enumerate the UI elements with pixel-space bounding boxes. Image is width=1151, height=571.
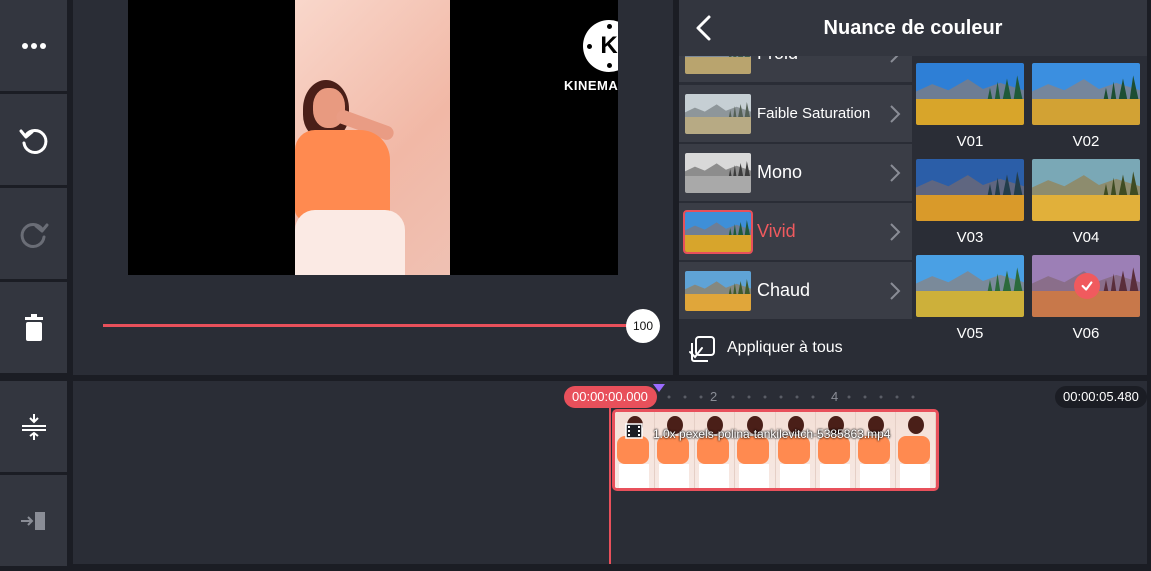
category-froid[interactable]: Froid (679, 56, 912, 82)
filter-preset-grid: V01 V02 V03 V04 V05 V06 (914, 56, 1147, 375)
chevron-right-icon (890, 282, 901, 300)
ruler-label: 2 (710, 389, 718, 404)
preset-thumbnail (916, 159, 1024, 221)
redo-icon (20, 222, 48, 248)
category-thumbnail (685, 56, 751, 74)
intensity-slider-knob[interactable]: 100 (626, 309, 660, 343)
chevron-right-icon (890, 105, 901, 123)
expand-timeline-icon (21, 413, 46, 440)
preset-v06[interactable]: V06 (1030, 248, 1140, 344)
clip-name: 1.0x pexels-polina-tankilevitch-5385863.… (653, 427, 891, 441)
chevron-right-icon (890, 56, 899, 63)
video-editor-screen: K KINEMASTER 100 Nuance de couleur (0, 0, 1151, 571)
preset-v05[interactable]: V05 (914, 248, 1024, 344)
category-faible-saturation[interactable]: Faible Saturation (679, 85, 912, 142)
chevron-right-icon (890, 223, 901, 241)
category-chaud[interactable]: Chaud (679, 262, 912, 319)
selected-check-icon (1074, 273, 1100, 299)
more-button[interactable] (0, 0, 67, 91)
preview-area: K KINEMASTER 100 (73, 0, 673, 375)
preset-v02[interactable]: V02 (1030, 56, 1140, 152)
apply-to-all-button[interactable]: Appliquer à tous (679, 321, 912, 375)
expand-timeline-button[interactable] (0, 381, 67, 472)
timeline-ruler (667, 395, 915, 399)
undo-button[interactable] (0, 94, 67, 185)
preset-thumbnail (916, 255, 1024, 317)
video-clip[interactable]: 1.0x pexels-polina-tankilevitch-5385863.… (612, 409, 939, 491)
clip-thumbnails (615, 412, 936, 488)
video-subject-image (295, 0, 450, 275)
category-vivid[interactable]: Vivid (679, 203, 912, 260)
panel-title: Nuance de couleur (823, 17, 1003, 39)
apply-all-icon (689, 336, 715, 362)
more-icon (21, 42, 46, 49)
redo-button[interactable] (0, 188, 67, 279)
chevron-right-icon (890, 164, 901, 182)
end-timecode: 00:00:05.480 (1055, 386, 1147, 408)
preset-v03[interactable]: V03 (914, 152, 1024, 248)
category-thumbnail (685, 94, 751, 134)
timeline[interactable]: 2 4 00:00:00.000 00:00:05.480 1.0x pexel… (73, 381, 1147, 564)
ruler-label: 4 (831, 389, 839, 404)
preset-thumbnail (1032, 159, 1140, 221)
video-preview[interactable]: K KINEMASTER (128, 0, 618, 275)
delete-button[interactable] (0, 282, 67, 373)
playhead[interactable] (609, 408, 611, 564)
intensity-slider-track[interactable] (103, 324, 643, 327)
category-thumbnail (683, 210, 753, 254)
preset-thumbnail (1032, 63, 1140, 125)
preset-thumbnail (916, 63, 1024, 125)
panel-header: Nuance de couleur (679, 0, 1147, 56)
jump-to-end-icon (20, 511, 45, 530)
preset-v01[interactable]: V01 (914, 56, 1024, 152)
current-timecode: 00:00:00.000 (564, 386, 657, 408)
category-thumbnail (685, 153, 751, 193)
marker-icon[interactable] (653, 384, 665, 392)
kinemaster-logo-icon: K (583, 20, 618, 72)
undo-icon (19, 128, 47, 154)
color-filter-panel: Nuance de couleur Froid (679, 0, 1147, 375)
category-thumbnail (685, 271, 751, 311)
watermark-text: KINEMASTER (564, 78, 618, 93)
delete-icon (24, 313, 43, 341)
preset-thumbnail (1032, 255, 1140, 317)
jump-to-end-button[interactable] (0, 475, 67, 566)
left-toolbar (0, 0, 68, 571)
film-icon (625, 423, 643, 439)
back-icon[interactable] (693, 14, 715, 42)
category-mono[interactable]: Mono (679, 144, 912, 201)
preset-v04[interactable]: V04 (1030, 152, 1140, 248)
filter-category-list: Froid Faible Saturation (679, 56, 912, 375)
